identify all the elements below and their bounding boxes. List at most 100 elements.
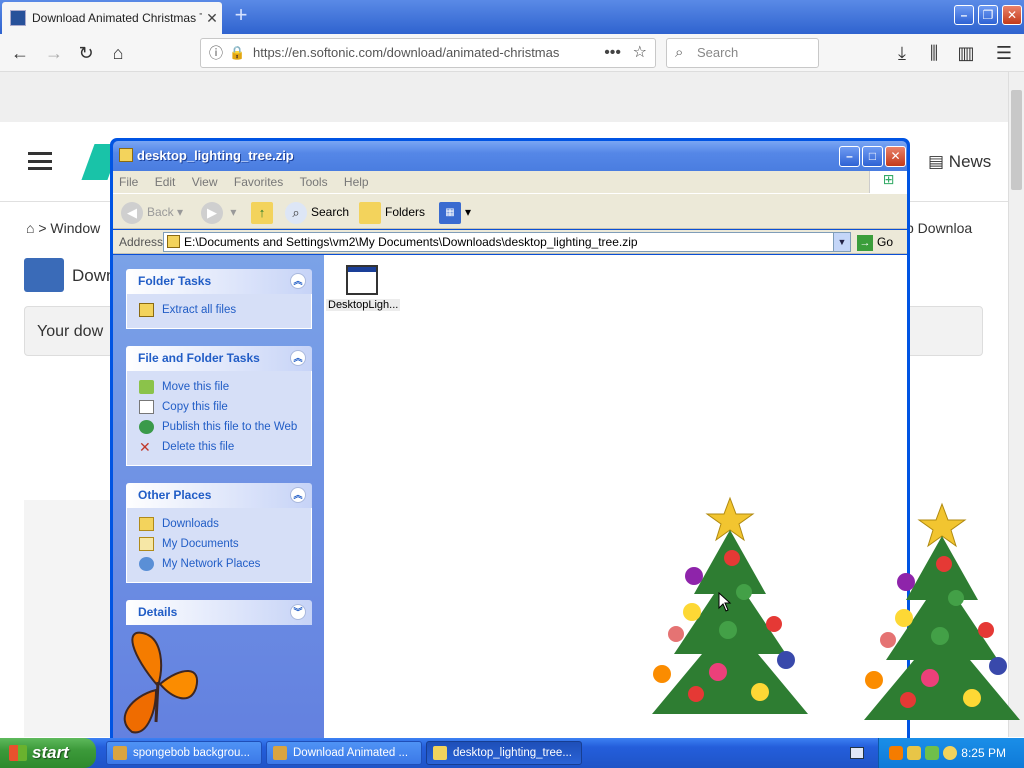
file-list-area[interactable]: DesktopLigh... [324,255,907,738]
news-link[interactable]: ▤ News [928,152,991,172]
back-icon: ◀ [121,201,143,224]
menu-help[interactable]: Help [338,171,376,189]
app-name: Down [72,266,116,285]
forward-arrow-icon[interactable]: → [42,42,66,64]
page-actions-icon[interactable]: ••• [604,39,621,67]
task-delete-file[interactable]: ✕ Delete this file [139,437,311,457]
task-copy-file[interactable]: Copy this file [139,397,311,417]
address-bar: Address E:\Documents and Settings\vm2\My… [113,230,907,254]
folder-tasks-panel: Folder Tasks ︽ Extract all files [126,269,312,329]
collapse-chevron-icon[interactable]: ︽ [290,273,306,289]
start-button[interactable]: start [0,738,96,768]
task-button-download[interactable]: Download Animated ... [266,741,422,765]
window-minimize-button[interactable]: – [954,5,974,25]
task-button-spongebob[interactable]: spongebob backgrou... [106,741,262,765]
app-thumbnail [24,258,64,292]
menu-tools[interactable]: Tools [294,171,335,189]
task-move-file[interactable]: Move this file [139,377,311,397]
system-tray: 8:25 PM [878,738,1024,768]
network-tray-icon[interactable] [925,746,939,760]
file-folder-tasks-panel: File and Folder Tasks ︽ Move this file C… [126,346,312,466]
site-menu-icon[interactable] [28,152,52,170]
butterfly-tray-icon[interactable] [889,746,903,760]
address-field[interactable]: E:\Documents and Settings\vm2\My Documen… [163,232,851,252]
home-icon[interactable]: ⌂ [106,42,130,64]
browser-tab[interactable]: Download Animated Christmas Tre ✕ [2,2,222,34]
views-button[interactable]: ▦ ▾ [439,200,471,224]
explorer-minimize-button[interactable]: – [839,146,860,167]
address-label: Address [119,235,164,249]
menu-view[interactable]: View [186,171,225,189]
back-arrow-icon[interactable]: ← [8,42,32,64]
copy-file-icon [139,399,154,414]
folder-tasks-header[interactable]: Folder Tasks ︽ [126,269,312,294]
download-icon[interactable]: ⤓ [890,42,914,64]
place-downloads[interactable]: Downloads [139,514,311,534]
christmas-tree-image [864,502,1020,720]
search-tray-icon[interactable] [943,746,957,760]
search-icon: ⌕ [675,44,684,61]
collapse-chevron-icon[interactable]: ︽ [290,350,306,366]
news-icon: ▤ [928,152,949,171]
file-folder-tasks-header[interactable]: File and Folder Tasks ︽ [126,346,312,371]
browser-tab-bar: Download Animated Christmas Tre ✕ + – ❐ … [0,0,1024,34]
back-button[interactable]: ◀ Back ▾ [121,200,183,224]
file-name[interactable]: DesktopLigh... [326,299,401,311]
new-tab-button[interactable]: + [230,4,252,27]
menu-edit[interactable]: Edit [149,171,183,189]
menu-file[interactable]: File [113,171,145,189]
place-my-documents[interactable]: My Documents [139,534,311,554]
expand-chevron-icon[interactable]: ︾ [290,604,306,620]
reload-icon[interactable]: ↻ [74,42,98,64]
task-button-explorer[interactable]: desktop_lighting_tree... [426,741,582,765]
search-button[interactable]: ⌕ Search [285,200,349,224]
library-icon[interactable]: ⫼ [922,42,946,64]
explorer-maximize-button[interactable]: □ [862,146,883,167]
tab-close-icon[interactable]: ✕ [202,10,222,27]
go-button[interactable]: → Go [857,232,903,252]
explorer-close-button[interactable]: ✕ [885,146,906,167]
address-value: E:\Documents and Settings\vm2\My Documen… [184,235,638,249]
explorer-title-bar[interactable]: desktop_lighting_tree.zip – □ ✕ [113,141,907,171]
taskbar: start spongebob backgrou... Download Ani… [0,738,1024,768]
breadcrumb-current: p Downloa [906,220,973,236]
zip-folder-icon [433,746,447,760]
task-extract-all[interactable]: Extract all files [139,300,311,320]
page-side-block [24,500,114,737]
window-close-button[interactable]: ✕ [1002,5,1022,25]
place-my-network[interactable]: My Network Places [139,554,311,574]
up-folder-icon: ↑ [251,201,273,224]
keyboard-icon[interactable] [850,747,864,759]
folders-icon [359,201,381,224]
breadcrumb[interactable]: ⌂ > Window [26,220,100,236]
url-bar[interactable]: ⓘ 🔒 https://en.softonic.com/download/ani… [200,38,656,68]
other-places-panel: Other Places ︽ Downloads My Documents My… [126,483,312,583]
delete-x-icon: ✕ [139,438,151,455]
folders-button[interactable]: Folders [359,200,425,224]
scrollbar-thumb[interactable] [1011,90,1022,190]
application-file-icon[interactable] [346,265,378,295]
search-input[interactable]: ⌕ Search [666,38,819,68]
task-publish-web[interactable]: Publish this file to the Web [139,417,311,437]
tab-favicon-icon [10,10,26,26]
window-restore-button[interactable]: ❐ [978,5,998,25]
bookmark-star-icon[interactable]: ☆ [633,39,647,67]
info-icon[interactable]: ⓘ [209,39,223,67]
go-arrow-icon: → [857,234,873,251]
lock-icon: 🔒 [229,45,246,60]
details-header[interactable]: Details ︾ [126,600,312,625]
butterfly-image [123,631,199,734]
my-documents-icon [139,536,154,551]
forward-button[interactable]: ▶ ▾ [201,200,236,224]
menu-icon[interactable]: ☰ [992,42,1016,64]
other-places-header[interactable]: Other Places ︽ [126,483,312,508]
menu-favorites[interactable]: Favorites [228,171,290,189]
address-dropdown-icon[interactable]: ▼ [833,233,850,251]
security-shield-icon[interactable] [907,746,921,760]
up-folder-button[interactable]: ↑ [251,200,277,224]
publish-web-icon [139,419,154,434]
sidebar-icon[interactable]: ▥ [954,42,978,64]
collapse-chevron-icon[interactable]: ︽ [290,487,306,503]
browser-nav-bar: ← → ↻ ⌂ ⓘ 🔒 https://en.softonic.com/down… [0,34,1024,72]
home-crumb-icon[interactable]: ⌂ [26,220,38,236]
